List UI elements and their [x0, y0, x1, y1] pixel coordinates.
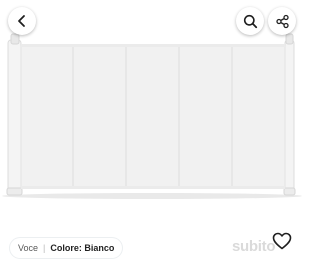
- chevron-left-icon: [15, 14, 29, 28]
- chip-value: Bianco: [84, 243, 115, 253]
- back-button[interactable]: [8, 7, 36, 35]
- chip-key: Voce: [18, 243, 39, 253]
- retractable-gate-image: [2, 33, 302, 199]
- product-photo[interactable]: [0, 0, 303, 270]
- heart-icon: [272, 232, 292, 255]
- subito-watermark: subito: [232, 238, 276, 255]
- share-button[interactable]: [268, 7, 296, 35]
- search-icon: [243, 14, 258, 29]
- attribute-chip[interactable]: Voce | Colore: Bianco: [10, 238, 123, 258]
- favorite-button[interactable]: [270, 231, 294, 255]
- chip-separator: |: [43, 243, 46, 253]
- search-button[interactable]: [236, 7, 264, 35]
- chip-label: Colore:: [50, 243, 82, 253]
- share-icon: [275, 14, 290, 29]
